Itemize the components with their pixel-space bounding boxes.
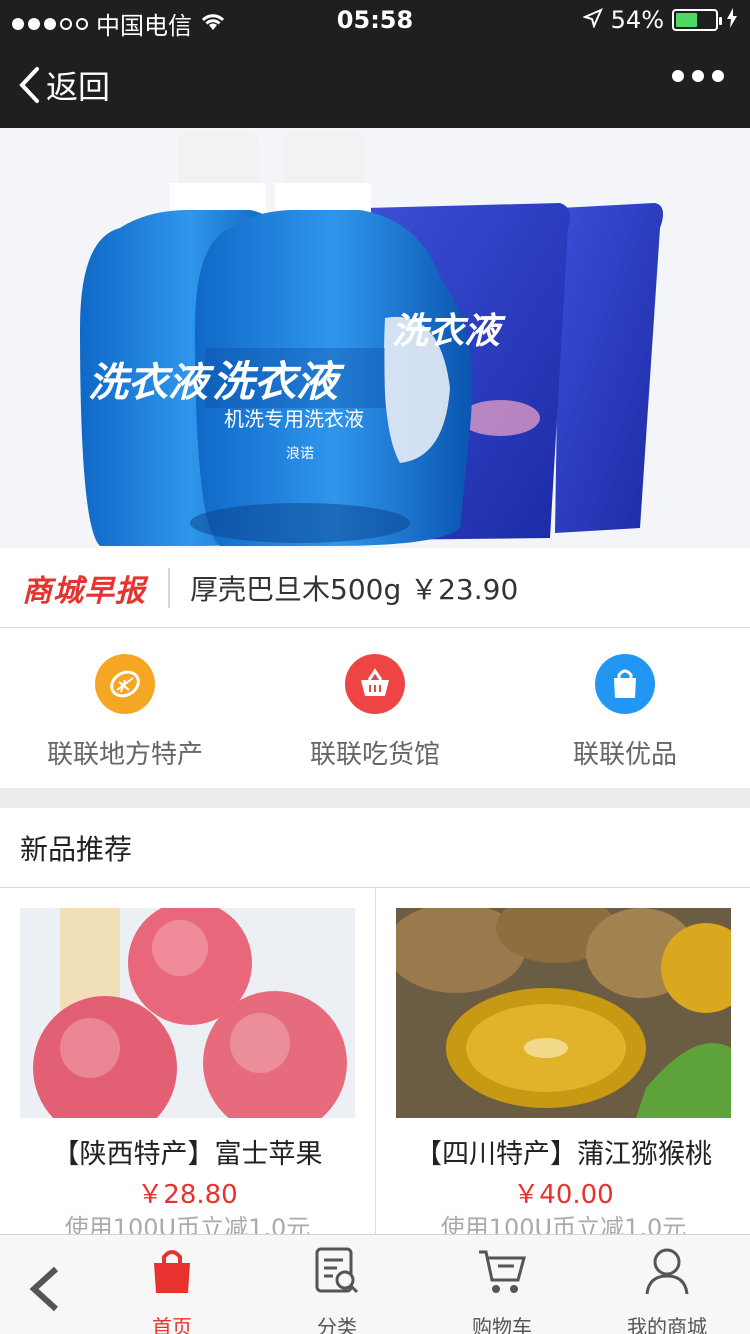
chevron-left-icon — [29, 1266, 59, 1312]
tab-categories[interactable]: 分类 — [277, 1245, 397, 1334]
back-label: 返回 — [46, 68, 111, 106]
product-price: ￥28.80 — [137, 1180, 238, 1210]
battery-percent: 54% — [610, 6, 664, 34]
tab-cart[interactable]: 购物车 — [442, 1245, 562, 1334]
product-image-apples — [20, 908, 355, 1118]
category-label: 联联优品 — [572, 740, 677, 770]
battery-icon — [672, 9, 722, 31]
cart-icon — [442, 1245, 562, 1297]
shopping-bag-icon — [595, 654, 655, 714]
category-local-specialties[interactable]: 联联地方特产 — [0, 628, 250, 788]
product-name: 【陕西特产】富士苹果 — [52, 1139, 323, 1170]
user-icon — [607, 1245, 727, 1297]
more-dot — [672, 70, 684, 82]
product-card[interactable]: 【陕西特产】富士苹果 ￥28.80 使用100U币立减1.0元 — [0, 888, 375, 1242]
bottom-tab-bar: 首页 分类 购物车 我的商城 — [0, 1234, 750, 1334]
promo-banner[interactable]: 洗衣液 洗衣液 机洗专用洗衣液 浪诺 洗衣液 — [0, 128, 750, 548]
ticker-divider — [168, 567, 170, 608]
category-premium-goods[interactable]: 联联优品 — [500, 628, 750, 788]
banner-brand: 浪诺 — [286, 446, 314, 462]
category-search-icon — [277, 1245, 397, 1297]
status-right: 54% — [581, 6, 738, 34]
product-grid: 【陕西特产】富士苹果 ￥28.80 使用100U币立减1.0元 【四川特产】蒲江… — [0, 888, 750, 1242]
back-button[interactable]: 返回 — [18, 62, 110, 108]
home-bag-icon — [112, 1245, 232, 1297]
category-label: 联联地方特产 — [46, 740, 203, 770]
chevron-left-icon — [19, 67, 39, 103]
category-foodie-hall[interactable]: 联联吃货馆 — [250, 628, 500, 788]
tab-label: 购物车 — [472, 1315, 532, 1334]
tab-home[interactable]: 首页 — [112, 1245, 232, 1334]
lemon-icon — [95, 654, 155, 714]
tab-my-mall[interactable]: 我的商城 — [607, 1245, 727, 1334]
banner-pouch-label: 洗衣液 — [392, 311, 506, 352]
category-label: 联联吃货馆 — [309, 740, 440, 770]
tab-label: 首页 — [152, 1315, 192, 1334]
mall-news-logo: 商城早报 — [22, 573, 146, 609]
location-arrow-icon — [581, 6, 603, 34]
section-header: 新品推荐 — [0, 808, 750, 888]
section-gap — [0, 788, 750, 808]
ticker-news-item[interactable]: 厚壳巴旦木500g ￥23.90 — [190, 568, 518, 608]
banner-subtitle: 机洗专用洗衣液 — [224, 407, 364, 431]
status-bar: 中国电信 05:58 54% — [0, 0, 750, 40]
tab-label: 我的商城 — [627, 1315, 707, 1334]
nav-bar: 返回 — [0, 40, 750, 128]
more-options-button[interactable] — [672, 70, 724, 82]
more-dot — [692, 70, 704, 82]
tab-back-button[interactable] — [26, 1265, 62, 1317]
tab-label: 分类 — [317, 1315, 357, 1334]
banner-image: 洗衣液 洗衣液 机洗专用洗衣液 浪诺 洗衣液 — [0, 128, 750, 548]
product-card[interactable]: 【四川特产】蒲江猕猴桃 ￥40.00 使用100U币立减1.0元 — [375, 888, 750, 1242]
news-ticker[interactable]: 商城早报 厚壳巴旦木500g ￥23.90 — [0, 548, 750, 628]
banner-product-label: 洗衣液 — [212, 357, 345, 406]
product-price: ￥40.00 — [513, 1180, 614, 1210]
product-name: 【四川特产】蒲江猕猴桃 — [415, 1139, 712, 1170]
charging-bolt-icon — [726, 6, 738, 34]
basket-icon — [345, 654, 405, 714]
product-image-kiwis — [396, 908, 731, 1118]
section-title: 新品推荐 — [20, 832, 133, 866]
category-shortcuts: 联联地方特产 联联吃货馆 联联优品 — [0, 628, 750, 788]
more-dot — [712, 70, 724, 82]
banner-product-label-back: 洗衣液 — [88, 360, 215, 406]
